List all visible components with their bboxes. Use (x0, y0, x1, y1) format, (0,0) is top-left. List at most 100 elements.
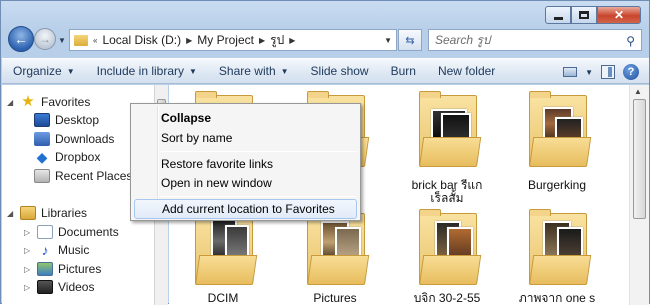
folder-icon (195, 209, 258, 289)
nav-dropbox[interactable]: ◆ Dropbox (34, 150, 101, 164)
nav-documents[interactable]: ▷ Documents (24, 225, 119, 239)
search-placeholder: Search รูป (435, 32, 491, 47)
breadcrumb-my-project[interactable]: My Project (197, 33, 254, 47)
breadcrumb-overflow[interactable]: « (93, 36, 97, 45)
back-button[interactable]: ← (8, 26, 34, 52)
refresh-button[interactable]: ⇆ (398, 29, 422, 51)
nav-downloads[interactable]: Downloads (34, 132, 114, 146)
menu-item-open-in-new-window[interactable]: Open in new window (134, 173, 357, 193)
forward-button[interactable]: → (34, 28, 56, 50)
downloads-icon (34, 132, 50, 146)
desktop-icon (34, 113, 50, 127)
collapse-triangle-icon[interactable]: ◢ (7, 98, 15, 107)
folder-label: Burgerking (527, 178, 587, 192)
folder-icon (529, 91, 592, 171)
nav-downloads-label: Downloads (55, 132, 115, 146)
file-list-scrollbar[interactable]: ▲ (629, 85, 649, 305)
slide-show-button[interactable]: Slide show (300, 60, 380, 82)
breadcrumb-local-disk[interactable]: Local Disk (D:) (102, 33, 181, 47)
folder-label: DCIM (207, 291, 239, 305)
include-in-library-label: Include in library (96, 64, 184, 78)
breadcrumb-chevron-icon[interactable]: ▶ (289, 36, 295, 45)
nav-desktop[interactable]: Desktop (34, 113, 99, 127)
folder-item[interactable]: Pictures (287, 209, 383, 305)
nav-favorites[interactable]: ◢ ★ Favorites (7, 94, 90, 110)
nav-videos[interactable]: ▷ Videos (24, 280, 94, 294)
change-view-icon[interactable] (563, 67, 578, 77)
folder-label: brick bar รีแกเร็ลสั้ม (411, 178, 483, 205)
expand-triangle-icon[interactable]: ▷ (24, 246, 32, 255)
refresh-icon: ⇆ (405, 34, 415, 47)
include-in-library-button[interactable]: Include in library ▼ (86, 60, 208, 82)
breadcrumb-current-folder[interactable]: รูป (270, 31, 284, 50)
toolbar-right-group: ▼ ? (563, 59, 649, 85)
folder-item[interactable]: ภาพจาก one s (509, 209, 605, 305)
maximize-icon (579, 11, 589, 19)
nav-dropbox-label: Dropbox (55, 150, 101, 164)
nav-documents-label: Documents (58, 225, 119, 239)
context-menu: Collapse Sort by name Restore favorite l… (130, 103, 361, 221)
recent-places-icon (34, 169, 50, 183)
menu-separator (161, 196, 357, 197)
minimize-button[interactable] (545, 6, 571, 24)
recent-pages-dropdown[interactable]: ▼ (58, 36, 66, 45)
folder-item[interactable]: brick bar รีแกเร็ลสั้ม (399, 91, 495, 205)
breadcrumb-chevron-icon[interactable]: ▶ (186, 36, 192, 45)
preview-pane-icon[interactable] (601, 65, 615, 79)
chevron-down-icon: ▼ (66, 66, 75, 76)
chevron-down-icon: ▼ (280, 66, 289, 76)
expand-triangle-icon[interactable]: ▷ (24, 265, 32, 274)
menu-item-sort-by-name[interactable]: Sort by name (134, 128, 357, 148)
address-bar[interactable]: « Local Disk (D:) ▶ My Project ▶ รูป ▶ ▼ (69, 29, 397, 51)
new-folder-button[interactable]: New folder (427, 60, 506, 82)
forward-arrow-icon: → (39, 32, 51, 46)
burn-label: Burn (390, 64, 416, 78)
folder-label: บจิก 30-2-55 (413, 291, 481, 305)
close-icon: ✕ (613, 8, 625, 22)
menu-item-add-current-location-to-favorites[interactable]: Add current location to Favorites (134, 199, 357, 219)
folder-item[interactable]: บจิก 30-2-55 (399, 209, 495, 305)
organize-label: Organize (13, 64, 62, 78)
expand-triangle-icon[interactable]: ▷ (24, 283, 32, 292)
window-caption-buttons: ✕ (545, 6, 641, 24)
maximize-button[interactable] (571, 6, 597, 24)
scrollbar-thumb[interactable] (633, 99, 646, 219)
nav-pictures[interactable]: ▷ Pictures (24, 262, 101, 276)
help-icon[interactable]: ? (623, 64, 639, 80)
nav-music-label: Music (58, 243, 90, 257)
share-with-button[interactable]: Share with ▼ (208, 60, 300, 82)
breadcrumb-chevron-icon[interactable]: ▶ (259, 36, 265, 45)
collapse-triangle-icon[interactable]: ◢ (7, 209, 15, 218)
organize-button[interactable]: Organize ▼ (2, 60, 86, 82)
close-button[interactable]: ✕ (597, 6, 641, 24)
magnifier-icon[interactable]: ⚲ (626, 34, 635, 48)
nav-favorites-label: Favorites (41, 95, 91, 109)
scroll-up-icon[interactable]: ▲ (634, 87, 642, 96)
documents-icon (37, 225, 53, 239)
menu-item-collapse[interactable]: Collapse (134, 108, 357, 128)
folder-label: ภาพจาก one s (518, 292, 596, 305)
libraries-icon (20, 206, 36, 220)
folder-item[interactable]: Burgerking (509, 91, 605, 192)
videos-icon (37, 280, 53, 294)
star-icon: ★ (21, 93, 35, 110)
folder-item[interactable]: DCIM (175, 209, 271, 305)
search-box[interactable]: Search รูป ⚲ (428, 29, 642, 51)
nav-music[interactable]: ▷ ♪ Music (24, 243, 89, 257)
back-arrow-icon: ← (14, 31, 28, 47)
nav-libraries[interactable]: ◢ Libraries (7, 206, 87, 220)
folder-icon (419, 91, 482, 171)
nav-recent-places[interactable]: Recent Places (34, 169, 132, 183)
view-options-dropdown-icon[interactable]: ▼ (585, 68, 593, 77)
folder-icon (74, 34, 88, 46)
expand-triangle-icon[interactable]: ▷ (24, 228, 32, 237)
navigation-bar: ← → ▼ « Local Disk (D:) ▶ My Project ▶ ร… (1, 26, 650, 52)
command-bar: Organize ▼ Include in library ▼ Share with… (2, 58, 649, 84)
folder-icon (307, 209, 370, 289)
nav-recent-places-label: Recent Places (55, 169, 133, 183)
burn-button[interactable]: Burn (380, 60, 427, 82)
nav-desktop-label: Desktop (55, 113, 100, 127)
address-dropdown-icon[interactable]: ▼ (384, 36, 392, 45)
menu-item-restore-favorite-links[interactable]: Restore favorite links (134, 154, 357, 174)
share-with-label: Share with (218, 64, 276, 78)
